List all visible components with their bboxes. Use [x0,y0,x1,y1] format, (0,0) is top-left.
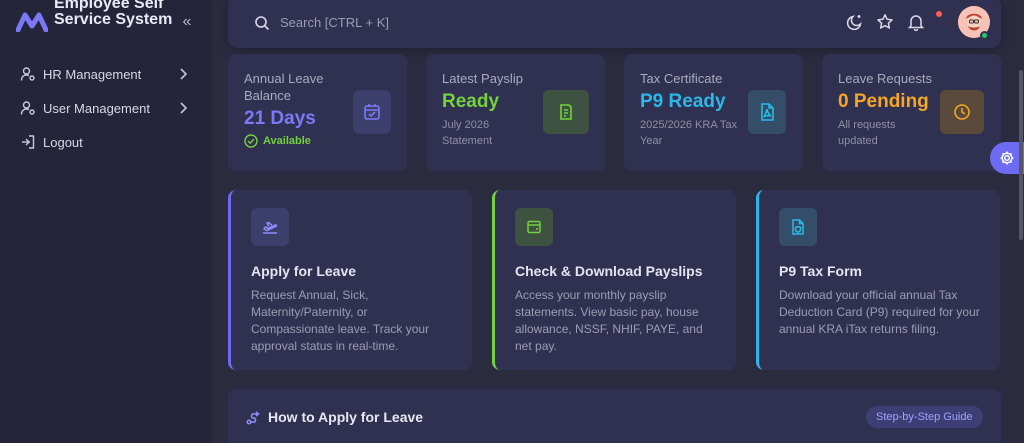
sidebar-item-logout[interactable]: Logout [0,125,212,159]
stat-label: Tax Certificate [640,71,723,86]
stat-card-tax-certificate: Tax Certificate P9 Ready 2025/2026 KRA T… [624,54,803,171]
notification-dot [936,11,942,17]
stat-sub: All requests updated [838,119,896,147]
sidebar-item-label: User Management [43,100,150,116]
card-description: Access your monthly payslip statements. … [515,288,703,353]
card-description: Request Annual, Sick, Maternity/Paternit… [251,288,430,353]
top-navbar [228,0,1001,48]
stat-sub: 2025/2026 KRA Tax Year [640,119,738,147]
card-title: Check & Download Payslips [515,263,703,279]
sidebar-nav: HR Management User Management Logout [0,57,212,159]
gear-icon [1000,151,1014,165]
page-scrollbar[interactable] [1019,70,1023,240]
stat-icon-box [748,90,786,134]
logout-icon [22,135,35,149]
star-icon[interactable] [876,13,894,31]
stat-icon-box [940,90,984,134]
sidebar-item-hr-management[interactable]: HR Management [0,57,212,91]
stat-label: Annual Leave Balance [244,71,324,103]
wallet-icon [527,220,541,234]
stat-status: Available [244,134,391,148]
stat-sub: July 2026 Statement [442,119,493,147]
file-shield-icon [792,219,804,235]
sidebar-item-label: Logout [43,134,83,150]
receipt-icon [560,104,572,120]
card-icon-box [251,208,289,246]
card-icon-box [515,208,553,246]
online-status-dot [980,31,989,40]
card-p9-tax-form[interactable]: P9 Tax Form Download your official annua… [756,190,1000,370]
card-payslips[interactable]: Check & Download Payslips Access your mo… [492,190,736,370]
chevron-right-icon [180,68,188,80]
stat-card-leave-requests: Leave Requests 0 Pending All requests up… [822,54,1001,171]
user-cog-icon [20,101,35,115]
search-icon[interactable] [254,15,270,31]
stat-card-latest-payslip: Latest Payslip Ready July 2026 Statement [426,54,605,171]
guide-badge: Step-by-Step Guide [866,406,983,428]
leave-guide-section: How to Apply for Leave Step-by-Step Guid… [228,389,1001,443]
collapse-sidebar-icon[interactable]: « [178,13,196,31]
card-title: P9 Tax Form [779,263,862,279]
stat-sub: Available [263,135,311,147]
brand-logo-icon [16,12,48,32]
plane-departure-icon [263,221,278,234]
search-input[interactable] [280,11,580,33]
chevron-right-icon [180,102,188,114]
calendar-check-icon [364,104,380,120]
card-icon-box [779,208,817,246]
sidebar: Employee Self Service System « HR Manage… [0,0,212,443]
stat-icon-box [353,90,391,134]
check-circle-icon [244,134,258,148]
card-apply-leave[interactable]: Apply for Leave Request Annual, Sick, Ma… [228,190,472,370]
clock-icon [954,104,970,120]
pdf-file-icon [761,103,774,121]
card-description: Download your official annual Tax Deduct… [779,288,980,336]
user-cog-icon [20,67,35,81]
main-content: Annual Leave Balance 21 Days Available L… [212,0,1024,443]
brand[interactable]: Employee Self Service System [16,0,174,32]
card-title: Apply for Leave [251,263,357,279]
sidebar-item-label: HR Management [43,66,142,82]
stat-label: Leave Requests [838,71,932,86]
stat-label: Latest Payslip [442,71,523,86]
sidebar-item-user-management[interactable]: User Management [0,91,212,125]
app-title: Employee Self Service System [54,0,173,28]
stat-card-leave-balance: Annual Leave Balance 21 Days Available [228,54,407,171]
route-icon [246,411,260,425]
bell-icon[interactable] [907,13,925,31]
moon-stars-icon[interactable] [846,13,864,31]
section-title: How to Apply for Leave [268,409,424,425]
stat-icon-box [543,90,589,134]
